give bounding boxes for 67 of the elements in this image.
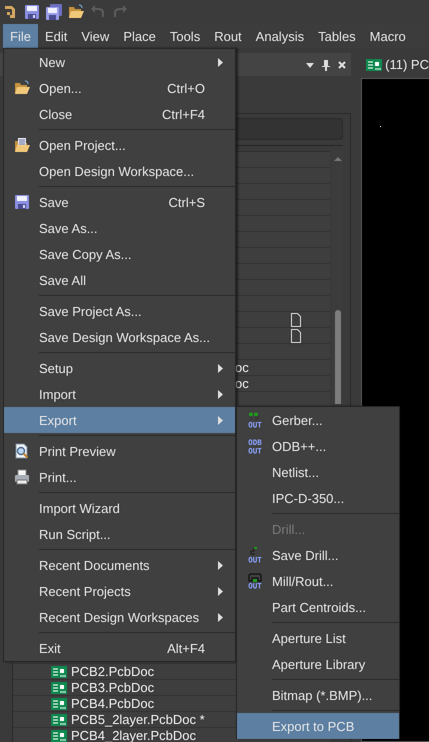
menu-item[interactable]: Bitmap (*.BMP)... xyxy=(237,682,399,708)
file-name: oc xyxy=(235,360,249,375)
menu-item[interactable]: Import xyxy=(4,381,235,407)
menu-item[interactable]: Aperture List xyxy=(237,625,399,651)
toolbar-button[interactable] xyxy=(68,4,84,20)
menu-item[interactable]: Recent Projects xyxy=(4,578,235,604)
file-name: PCB4.PcbDoc xyxy=(71,698,154,710)
redo-icon xyxy=(112,4,128,20)
undo-icon xyxy=(90,4,106,20)
toolbar-button[interactable] xyxy=(46,4,62,20)
menu-item[interactable]: Setup xyxy=(4,355,235,381)
menu-item[interactable]: Edit xyxy=(38,24,74,48)
printer-icon xyxy=(14,469,30,485)
menu-item[interactable]: Save Project As... xyxy=(4,298,235,324)
folder-icon xyxy=(68,4,84,20)
file-name: PCB5_2layer.PcbDoc * xyxy=(71,714,205,726)
folder-icon xyxy=(14,137,30,153)
circuit-board-icon xyxy=(366,58,382,70)
logo-icon xyxy=(2,4,18,20)
file-name: PCB3.PcbDoc xyxy=(71,682,154,694)
menu-item[interactable]: Open... Ctrl+O xyxy=(4,75,235,101)
save-icon xyxy=(14,194,30,210)
folder-icon xyxy=(14,80,30,96)
file-name: oc xyxy=(235,376,249,391)
menu-item[interactable]: Open Project... xyxy=(4,132,235,158)
menu-item[interactable]: Tools xyxy=(162,24,208,48)
toolbar-button[interactable] xyxy=(24,4,40,20)
toolbar-button[interactable] xyxy=(2,4,18,20)
circuit-board-icon xyxy=(51,714,67,726)
menu-item[interactable]: Exit Alt+F4 xyxy=(4,635,235,661)
menu-item[interactable]: Open Design Workspace... xyxy=(4,158,235,184)
circuit-board-icon xyxy=(51,730,67,742)
menu-item[interactable]: Save Copy As... xyxy=(4,241,235,267)
file-name: PCB2.PcbDoc xyxy=(71,666,154,678)
menu-item[interactable]: Recent Design Workspaces xyxy=(4,604,235,630)
print-preview-icon xyxy=(14,443,30,459)
menu-item[interactable]: Save All xyxy=(4,267,235,293)
menu-item[interactable]: Close Ctrl+F4 xyxy=(4,101,235,127)
menu-item[interactable]: Save Ctrl+S xyxy=(4,189,235,215)
menu-item[interactable]: Save Design Workspace As... xyxy=(4,324,235,350)
menu-item[interactable]: Run Script... xyxy=(4,521,235,547)
menu-item[interactable]: Import Wizard xyxy=(4,495,235,521)
menu-item[interactable]: Macro xyxy=(362,24,413,48)
scroll-up-icon[interactable] xyxy=(334,156,342,162)
menu-item[interactable]: Place xyxy=(116,24,163,48)
menu-item[interactable]: Print... xyxy=(4,464,235,490)
menu-item[interactable]: Part Centroids... xyxy=(237,594,399,620)
menu-item[interactable]: Recent Documents xyxy=(4,552,235,578)
circuit-board-icon xyxy=(51,698,67,710)
circuit-board-icon xyxy=(51,682,67,694)
document-tab[interactable]: (11) PC xyxy=(361,53,429,76)
save-icon xyxy=(24,4,40,20)
close-icon[interactable] xyxy=(337,60,348,70)
menu-item[interactable]: Print Preview xyxy=(4,438,235,464)
save-all-icon xyxy=(46,4,62,20)
menu-item[interactable]: Tables xyxy=(311,24,363,48)
pin-icon[interactable] xyxy=(321,58,332,70)
menu-item[interactable]: Save As... xyxy=(4,215,235,241)
circuit-board-icon xyxy=(51,666,67,678)
menu-item[interactable]: Aperture Library xyxy=(237,651,399,677)
file-name: PCB4_2layer.PcbDoc xyxy=(71,730,196,742)
menu-item[interactable]: New xyxy=(4,49,235,75)
menu-item[interactable]: IPC-D-350... xyxy=(237,485,399,511)
menu-item[interactable]: Netlist... xyxy=(237,459,399,485)
menu-item[interactable]: Analysis xyxy=(248,24,312,48)
menu-item[interactable]: View xyxy=(74,24,116,48)
menu-item[interactable]: Rout xyxy=(207,24,249,48)
